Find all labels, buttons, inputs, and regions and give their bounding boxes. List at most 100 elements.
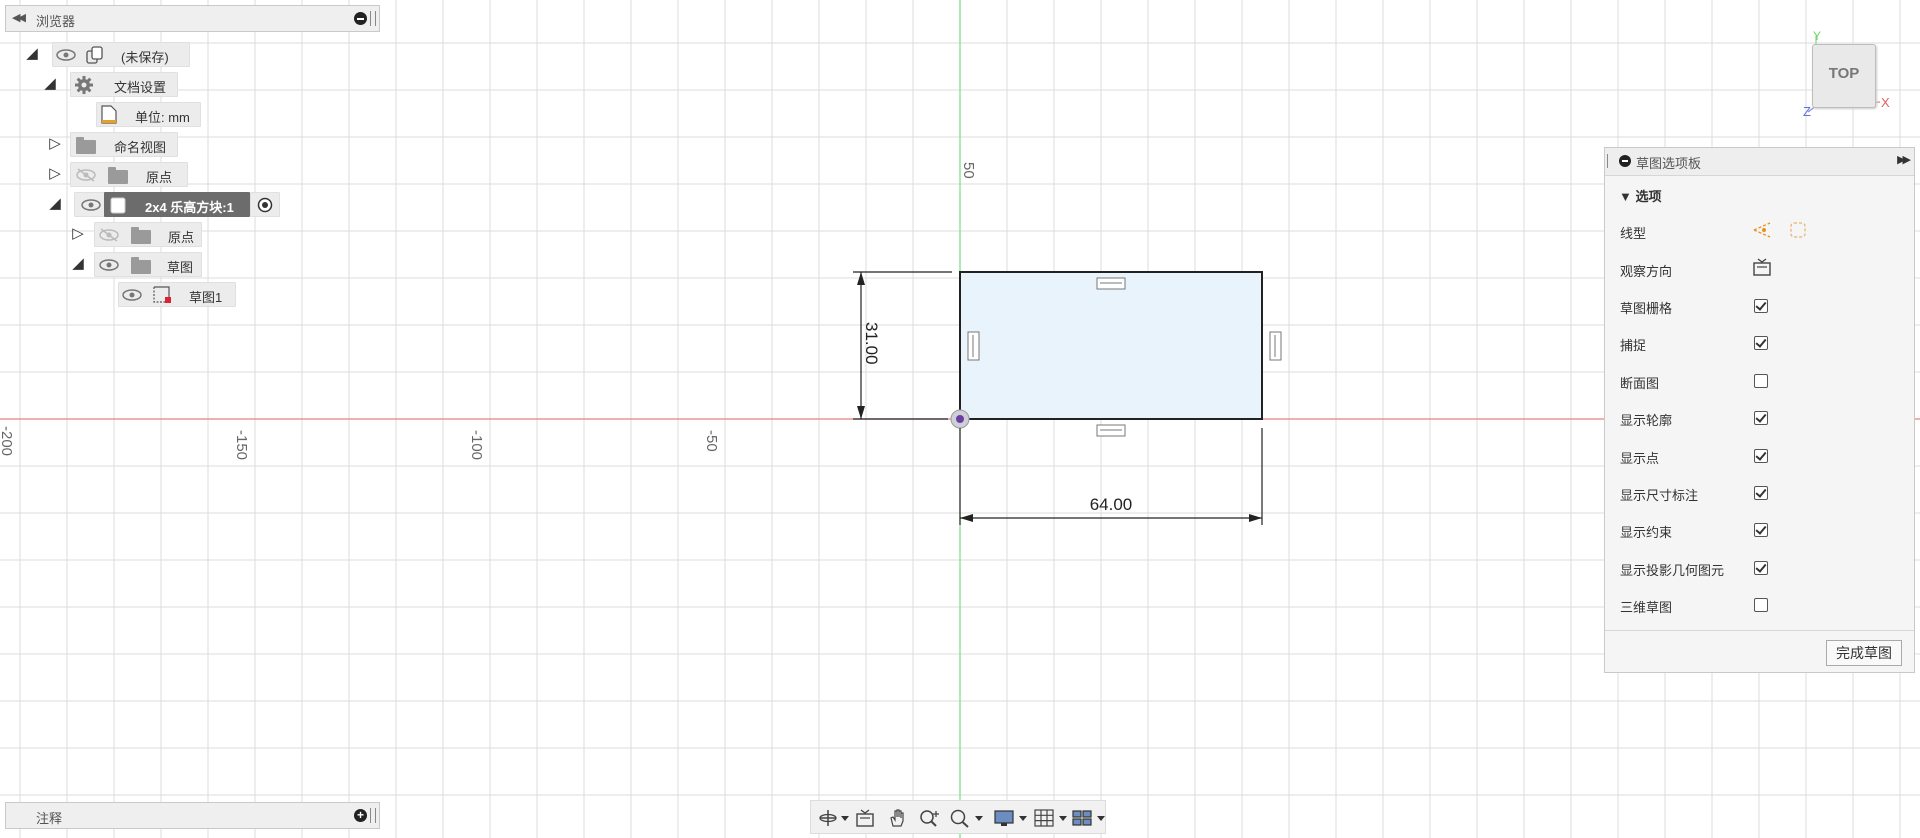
tree-label: 草图 <box>167 260 194 275</box>
tree-node-activate[interactable] <box>250 192 280 217</box>
expand-triangle-icon[interactable]: ◢ <box>46 195 64 213</box>
activate-radio-icon[interactable] <box>257 197 273 213</box>
viewports-icon[interactable] <box>1071 808 1105 828</box>
eye-icon[interactable] <box>55 48 77 62</box>
collapse-palette-icon[interactable] <box>1619 155 1631 167</box>
folder-icon <box>131 257 151 274</box>
section-label: 选项 <box>1635 189 1662 204</box>
browser-panel-header[interactable]: ◀◀ 浏览器 <box>5 5 380 32</box>
horizontal-constraint-bottom-icon[interactable] <box>1096 424 1126 437</box>
orbit-icon[interactable] <box>817 808 849 828</box>
axis-label-x-minus-100: -100 <box>468 430 485 460</box>
option-show-profile-label: 显示轮廓 <box>1620 413 1673 428</box>
sketch-rectangle[interactable] <box>959 271 1263 420</box>
collapse-left-icon[interactable]: ◀◀ <box>12 11 26 24</box>
collapsed-triangle-icon[interactable]: ▷ <box>46 135 64 153</box>
show-dimensions-checkbox[interactable] <box>1754 486 1768 500</box>
sketch-grid-checkbox[interactable] <box>1754 299 1768 313</box>
show-profile-checkbox[interactable] <box>1754 411 1768 425</box>
horizontal-constraint-top-icon[interactable] <box>1096 277 1126 290</box>
dimension-width-text[interactable]: 64.00 <box>1090 495 1133 514</box>
snap-checkbox[interactable] <box>1754 336 1768 350</box>
tree-node-root[interactable]: (未保存) <box>52 42 190 67</box>
tree-label: 单位: mm <box>135 110 190 125</box>
option-slice-label: 断面图 <box>1620 376 1660 391</box>
look-at-icon[interactable] <box>1752 257 1772 277</box>
finish-sketch-button[interactable]: 完成草图 <box>1826 640 1902 666</box>
tree-label: (未保存) <box>121 50 169 65</box>
expand-right-icon[interactable]: ▶▶ <box>1897 153 1911 166</box>
panel-grip-icon[interactable] <box>1607 154 1611 168</box>
sketch-icon <box>153 286 171 303</box>
tree-node-component[interactable]: 2x4 乐高方块:1 <box>104 192 250 217</box>
expand-triangle-icon[interactable]: ◢ <box>69 255 87 273</box>
display-settings-icon[interactable] <box>993 808 1027 828</box>
option-show-constraints-label: 显示约束 <box>1620 525 1673 540</box>
tree-node-named-views[interactable]: 命名视图 <box>70 132 178 157</box>
construction-line-icon[interactable] <box>1751 219 1773 241</box>
tree-label: 原点 <box>168 230 195 245</box>
grid-settings-icon[interactable] <box>1033 808 1067 828</box>
tree-node-sketch1[interactable]: 草图1 <box>118 282 236 307</box>
tree-node-units[interactable]: 单位: mm <box>96 102 201 127</box>
look-at-icon[interactable] <box>855 808 877 828</box>
tree-item-sketches[interactable]: ◢ 草图 <box>0 252 220 278</box>
collapse-panel-icon[interactable] <box>354 12 367 25</box>
viewcube[interactable]: TOP <box>1812 44 1876 108</box>
axis-label-y-50: 50 <box>960 162 977 179</box>
vertical-constraint-left-icon[interactable] <box>967 331 980 361</box>
axis-label-x-minus-150: -150 <box>233 430 250 460</box>
viewcube-face-label[interactable]: TOP <box>1813 65 1875 82</box>
comments-panel-header[interactable]: 注释 + <box>5 802 380 829</box>
tree-node-sketches[interactable]: 草图 <box>94 252 202 277</box>
tree-node-component-eye[interactable] <box>74 192 106 217</box>
show-projected-checkbox[interactable] <box>1754 561 1768 575</box>
folder-icon <box>131 227 151 244</box>
tree-item-sketch1[interactable]: 草图1 <box>0 282 240 308</box>
component-body-icon <box>110 197 126 214</box>
panel-grip-icon[interactable] <box>370 808 376 823</box>
tree-item-document-settings[interactable]: ◢ 文档设置 <box>0 72 200 98</box>
eye-icon[interactable] <box>121 288 143 302</box>
vertical-constraint-right-icon[interactable] <box>1269 331 1282 361</box>
tree-item-named-views[interactable]: ▷ 命名视图 <box>0 132 200 158</box>
section-triangle-icon: ▼ <box>1619 189 1636 204</box>
panel-grip-icon[interactable] <box>370 11 376 26</box>
show-points-checkbox[interactable] <box>1754 449 1768 463</box>
zoom-window-icon[interactable] <box>949 808 983 828</box>
eye-icon[interactable] <box>80 198 102 212</box>
component-icon <box>86 46 103 64</box>
palette-title: 草图选项板 <box>1636 156 1702 171</box>
tree-item-root[interactable]: ◢ (未保存) <box>0 42 200 68</box>
tree-node-origin[interactable]: 原点 <box>70 162 188 187</box>
tree-node-component-origin[interactable]: 原点 <box>94 222 202 247</box>
3d-sketch-checkbox[interactable] <box>1754 598 1768 612</box>
option-linetype-label: 线型 <box>1620 226 1647 241</box>
zoom-icon[interactable] <box>919 808 941 828</box>
origin-point-icon[interactable] <box>950 409 970 429</box>
add-comment-icon[interactable]: + <box>354 809 367 822</box>
collapsed-triangle-icon[interactable]: ▷ <box>46 165 64 183</box>
collapsed-triangle-icon[interactable]: ▷ <box>69 225 87 243</box>
eye-hidden-icon[interactable] <box>98 228 120 242</box>
tree-item-origin[interactable]: ▷ 原点 <box>0 162 200 188</box>
option-show-projected-label: 显示投影几何图元 <box>1620 563 1725 578</box>
eye-icon[interactable] <box>98 258 120 272</box>
tree-item-component-origin[interactable]: ▷ 原点 <box>0 222 220 248</box>
dimension-height-text[interactable]: 31.00 <box>862 322 881 365</box>
show-constraints-checkbox[interactable] <box>1754 523 1768 537</box>
tree-node-document-settings[interactable]: 文档设置 <box>70 72 178 97</box>
sketch-palette: 草图选项板 ▶▶ ▼ 选项 线型 观察方向 草图栅格 捕捉 断面图 显示轮廓 显… <box>1604 147 1915 673</box>
tree-label: 文档设置 <box>114 80 167 95</box>
options-section-header[interactable]: ▼ 选项 <box>1619 186 1662 205</box>
centerline-icon[interactable] <box>1787 219 1809 241</box>
tree-item-component[interactable]: ◢ 2x4 乐高方块:1 <box>0 192 290 218</box>
palette-header[interactable]: 草图选项板 ▶▶ <box>1605 148 1914 176</box>
slice-checkbox[interactable] <box>1754 374 1768 388</box>
expand-triangle-icon[interactable]: ◢ <box>41 75 59 93</box>
tree-item-units[interactable]: 单位: mm <box>0 102 220 128</box>
eye-hidden-icon[interactable] <box>75 168 97 182</box>
expand-triangle-icon[interactable]: ◢ <box>23 45 41 63</box>
pan-icon[interactable] <box>887 808 909 828</box>
gear-icon <box>75 76 93 94</box>
